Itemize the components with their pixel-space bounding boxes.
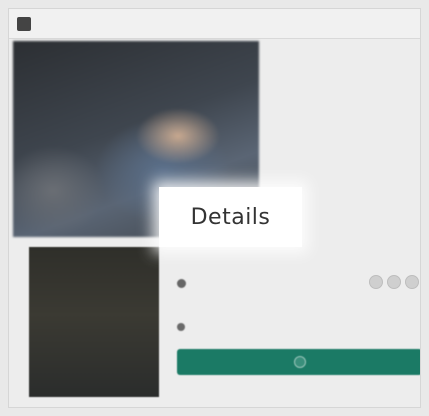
info-row (177, 321, 417, 335)
play-icon[interactable] (177, 279, 186, 288)
info-dot-icon (177, 323, 185, 331)
top-bar (9, 9, 420, 39)
control-button-1[interactable] (369, 275, 383, 289)
cursor-ring-icon (293, 356, 306, 368)
details-label: Details (190, 204, 271, 230)
player-row (177, 277, 420, 293)
poster-image[interactable] (29, 247, 159, 397)
app-logo[interactable] (17, 16, 31, 31)
details-popup[interactable]: Details (159, 187, 302, 247)
control-button-3[interactable] (405, 275, 419, 289)
primary-action-button[interactable] (177, 349, 420, 375)
control-button-2[interactable] (387, 275, 401, 289)
page: Details (8, 8, 421, 408)
